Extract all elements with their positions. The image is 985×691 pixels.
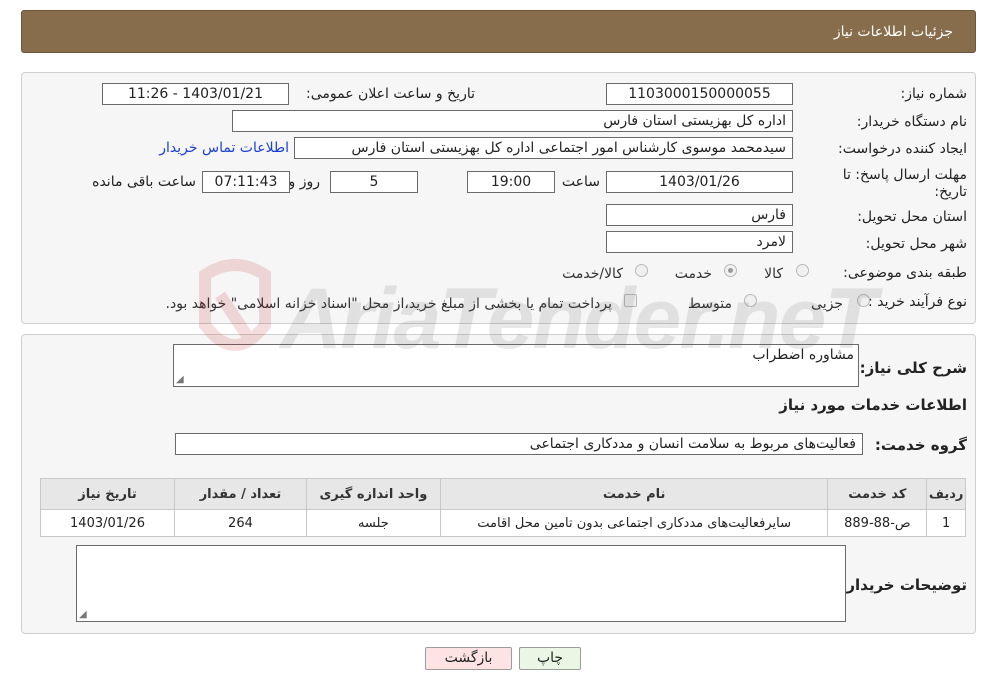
purchase-process-label: نوع فرآیند خرید : [868, 294, 967, 310]
services-table-wrap: ردیف کد خدمت نام خدمت واحد اندازه گیری ت… [39, 478, 966, 537]
remaining-days-field[interactable]: 5 [330, 171, 418, 193]
category-goods-service-label: کالا/خدمت [562, 266, 623, 282]
col-header-row-number: ردیف [926, 478, 966, 510]
process-medium-radio[interactable] [744, 294, 757, 307]
col-header-unit: واحد اندازه گیری [305, 478, 441, 510]
cell-service-code: ص-88-889 [827, 509, 928, 537]
buyer-notes-field[interactable]: ◢ [76, 545, 846, 622]
cell-quantity: 264 [174, 509, 307, 537]
treasury-payment-note: پرداخت تمام یا بخشی از مبلغ خرید،از محل … [165, 296, 612, 312]
col-header-quantity: تعداد / مقدار [174, 478, 307, 510]
need-summary-field[interactable]: مشاوره اضطراب ◢ [173, 344, 859, 387]
deadline-time-label: ساعت [561, 174, 600, 190]
days-label: روز و [288, 174, 321, 190]
category-goods-radio[interactable] [796, 264, 809, 277]
remaining-time-field[interactable]: 07:11:43 [202, 171, 290, 193]
resize-grip-icon[interactable]: ◢ [79, 609, 87, 620]
print-button[interactable]: چاپ [519, 647, 581, 670]
treasury-payment-checkbox[interactable] [624, 294, 637, 307]
category-goods-service-radio[interactable] [635, 264, 648, 277]
request-creator-field[interactable]: سیدمحمد موسوی کارشناس امور اجتماعی اداره… [294, 137, 793, 159]
category-service-label: خدمت [674, 266, 712, 282]
col-header-need-date: تاریخ نیاز [39, 478, 176, 510]
remaining-time-label: ساعت باقی مانده [92, 174, 196, 190]
category-label: طبقه بندی موضوعی: [843, 265, 967, 281]
table-row: 1 ص-88-889 سایرفعالیت‌های مددکاری اجتماع… [39, 509, 966, 537]
request-creator-label: ایجاد کننده درخواست: [838, 141, 967, 157]
need-summary-label: شرح کلی نیاز: [859, 359, 967, 377]
buyer-org-label: نام دستگاه خریدار: [856, 114, 967, 130]
service-group-field[interactable]: فعالیت‌های مربوط به سلامت انسان و مددکار… [175, 433, 863, 455]
category-goods-label: کالا [764, 266, 783, 282]
deadline-label: مهلت ارسال پاسخ: تا [842, 167, 967, 183]
delivery-province-label: استان محل تحویل: [857, 209, 967, 225]
cell-service-name: سایرفعالیت‌های مددکاری اجتماعی بدون تامی… [439, 509, 829, 537]
buyer-notes-label: توضیحات خریدار: [840, 576, 967, 594]
resize-grip-icon[interactable]: ◢ [176, 374, 184, 385]
page-header: جزئیات اطلاعات نیاز [21, 10, 976, 53]
delivery-city-label: شهر محل تحویل: [865, 236, 967, 252]
need-number-field[interactable]: 1103000150000055 [606, 83, 793, 105]
delivery-city-field[interactable]: لامرد [606, 231, 793, 253]
deadline-time-field[interactable]: 19:00 [467, 171, 555, 193]
deadline-date-field[interactable]: 1403/01/26 [606, 171, 793, 193]
announce-datetime-field[interactable]: 1403/01/21 - 11:26 [102, 83, 289, 105]
announce-datetime-label: تاریخ و ساعت اعلان عمومی: [306, 86, 475, 102]
services-section-title: اطلاعات خدمات مورد نیاز [779, 396, 967, 414]
col-header-service-name: نام خدمت [439, 478, 829, 510]
category-service-radio[interactable] [724, 264, 737, 277]
cell-unit: جلسه [305, 509, 441, 537]
process-minor-radio[interactable] [857, 294, 870, 307]
delivery-province-field[interactable]: فارس [606, 204, 793, 226]
services-table: ردیف کد خدمت نام خدمت واحد اندازه گیری ت… [39, 478, 966, 537]
process-medium-label: متوسط [688, 296, 732, 312]
deadline-label-2: تاریخ: [934, 184, 967, 200]
col-header-service-code: کد خدمت [827, 478, 928, 510]
need-number-label: شماره نیاز: [900, 86, 968, 102]
back-button[interactable]: بازگشت [425, 647, 512, 670]
process-minor-label: جزیی [811, 296, 843, 312]
page-title: جزئیات اطلاعات نیاز [833, 24, 953, 40]
services-table-header: ردیف کد خدمت نام خدمت واحد اندازه گیری ت… [39, 478, 966, 510]
cell-need-date: 1403/01/26 [39, 509, 176, 537]
buyer-org-field[interactable]: اداره کل بهزیستی استان فارس [232, 110, 793, 132]
service-group-label: گروه خدمت: [874, 436, 967, 454]
cell-row-number: 1 [926, 509, 966, 537]
buyer-contact-link[interactable]: اطلاعات تماس خریدار [159, 140, 289, 156]
need-summary-text: مشاوره اضطراب [752, 347, 854, 363]
